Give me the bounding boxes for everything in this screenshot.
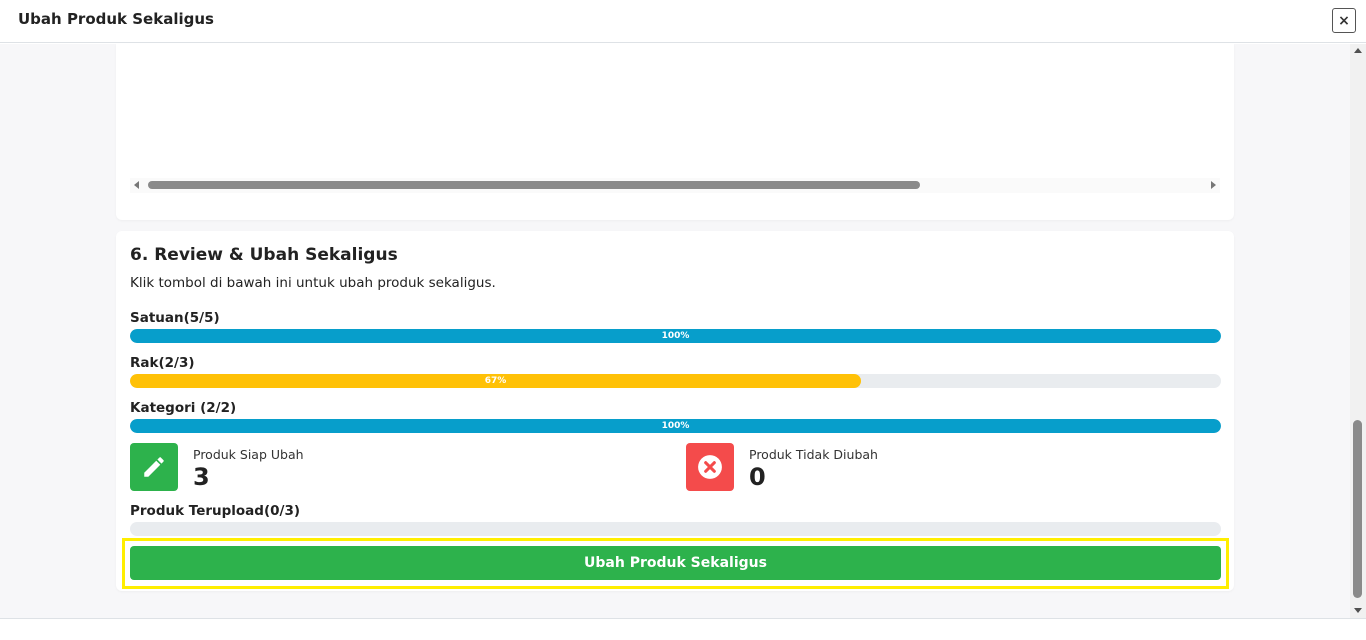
table-card xyxy=(116,44,1234,220)
horizontal-scroll-thumb[interactable] xyxy=(148,181,920,189)
rak-progress: 67% xyxy=(130,374,1221,388)
kategori-progress: 100% xyxy=(130,419,1221,433)
review-description: Klik tombol di bawah ini untuk ubah prod… xyxy=(130,275,496,291)
review-card: 6. Review & Ubah Sekaligus Klik tombol d… xyxy=(116,231,1234,591)
close-icon: × xyxy=(1338,12,1350,29)
modal-body: 6. Review & Ubah Sekaligus Klik tombol d… xyxy=(0,44,1350,618)
upload-progress xyxy=(130,522,1221,536)
modal-footer xyxy=(0,618,1366,640)
kategori-progress-fill: 100% xyxy=(130,419,1221,433)
satuan-label: Satuan(5/5) xyxy=(130,310,220,326)
pencil-icon xyxy=(130,443,178,491)
scroll-left-icon[interactable] xyxy=(134,181,139,189)
rak-progress-fill: 67% xyxy=(130,374,861,388)
vertical-scroll-thumb[interactable] xyxy=(1353,420,1362,598)
rak-label: Rak(2/3) xyxy=(130,355,195,371)
horizontal-scrollbar[interactable] xyxy=(130,178,1220,193)
stat-unchanged: Produk Tidak Diubah 0 xyxy=(686,443,1206,491)
stat-unchanged-value: 0 xyxy=(749,463,766,491)
x-circle-icon xyxy=(686,443,734,491)
stat-unchanged-label: Produk Tidak Diubah xyxy=(749,447,878,462)
close-button[interactable]: × xyxy=(1332,8,1356,33)
review-title: 6. Review & Ubah Sekaligus xyxy=(130,245,398,265)
vertical-scrollbar[interactable] xyxy=(1350,44,1366,618)
upload-label: Produk Terupload(0/3) xyxy=(130,503,301,519)
scroll-right-icon[interactable] xyxy=(1211,181,1216,189)
action-highlight: Ubah Produk Sekaligus xyxy=(122,538,1229,589)
modal-title: Ubah Produk Sekaligus xyxy=(18,10,214,28)
satuan-progress: 100% xyxy=(130,329,1221,343)
stat-ready-label: Produk Siap Ubah xyxy=(193,447,304,462)
satuan-progress-fill: 100% xyxy=(130,329,1221,343)
kategori-label: Kategori (2/2) xyxy=(130,400,237,416)
ubah-produk-sekaligus-button[interactable]: Ubah Produk Sekaligus xyxy=(130,546,1221,580)
stat-ready: Produk Siap Ubah 3 xyxy=(130,443,650,491)
modal: Ubah Produk Sekaligus × 6. Review & Ubah… xyxy=(0,0,1366,640)
scroll-up-icon[interactable] xyxy=(1354,48,1362,53)
stat-ready-value: 3 xyxy=(193,463,210,491)
scroll-down-icon[interactable] xyxy=(1354,608,1362,613)
modal-header: Ubah Produk Sekaligus × xyxy=(0,0,1366,43)
